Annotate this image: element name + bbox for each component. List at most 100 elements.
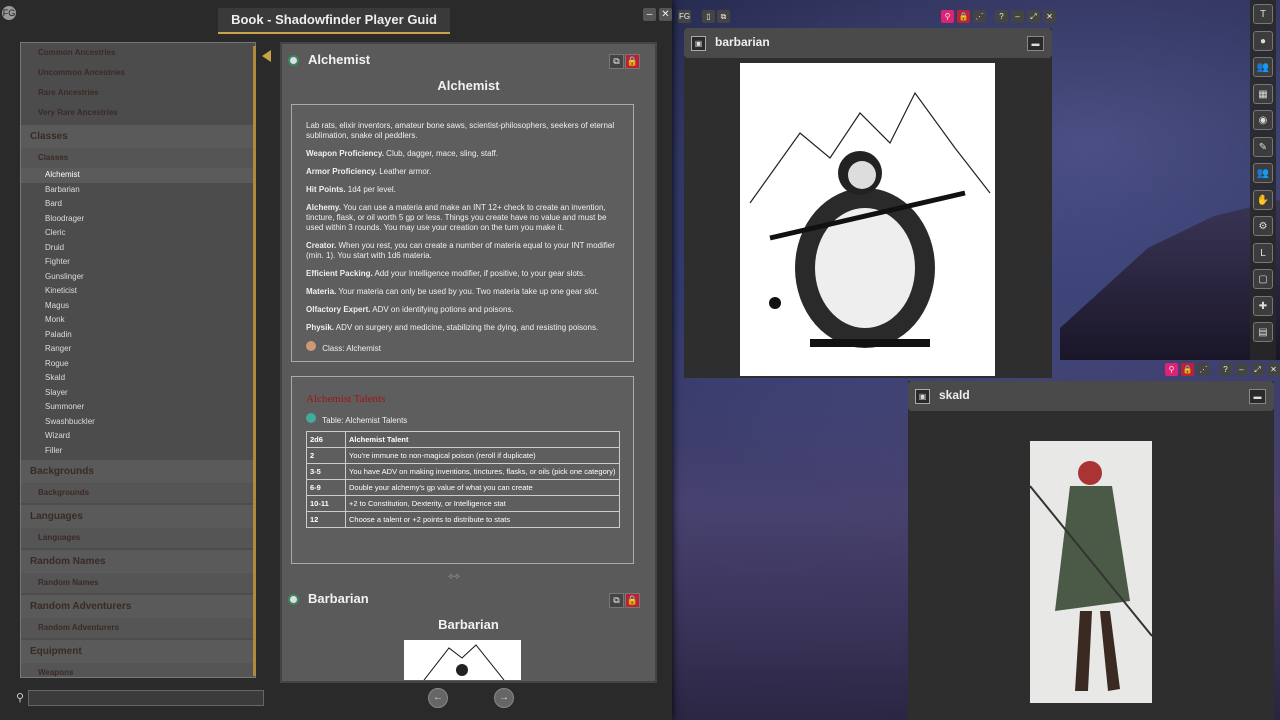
sketch-icon (423, 644, 505, 681)
minimize-icon[interactable]: – (643, 8, 656, 21)
search-input[interactable] (28, 690, 264, 706)
sidebar-item[interactable]: Summoner (21, 400, 255, 415)
sidebar-item[interactable]: Druid (21, 241, 255, 256)
sidebar-subgroup[interactable]: Classes (21, 148, 255, 168)
sidebar-item[interactable]: Swashbuckler (21, 415, 255, 430)
character-icon[interactable]: ● (1253, 30, 1273, 51)
sidebar-subgroup[interactable]: Uncommon Ancestries (21, 63, 255, 83)
dropdown-icon[interactable]: ▬ (1249, 389, 1266, 404)
table-row: 10-11 +2 to Constitution, Dexterity, or I… (306, 495, 620, 512)
pin-icon[interactable]: ▯ (702, 10, 715, 23)
image-title: barbarian (715, 35, 770, 49)
sidebar-subgroup[interactable]: Rare Ancestries (21, 83, 255, 103)
barbarian-artwork[interactable] (740, 63, 995, 376)
sidebar-subgroup[interactable]: Weapons (21, 663, 255, 677)
app-logo-icon[interactable]: FG (2, 6, 16, 20)
tools-toggle-button[interactable]: T (1253, 4, 1273, 24)
images-icon[interactable]: ▤ (1253, 322, 1273, 342)
sidebar-subgroup[interactable]: Random Adventurers (21, 618, 255, 638)
skald-artwork[interactable] (1029, 441, 1153, 703)
sidebar-subgroup[interactable]: Common Ancestries (21, 43, 255, 63)
copy-icon[interactable]: ⧉ (609, 593, 624, 608)
sidebar-item[interactable]: Wizard (21, 429, 255, 444)
table-header-cell: 2d6 (306, 431, 346, 448)
sidebar-group-header[interactable]: Random Adventurers (21, 595, 255, 618)
next-page-button[interactable]: → (494, 688, 514, 708)
app-logo-icon[interactable]: FG (678, 10, 691, 23)
close-icon[interactable]: ✕ (1043, 10, 1056, 23)
lock-icon[interactable]: 🔒 (957, 10, 970, 23)
minimize-icon[interactable]: – (1011, 10, 1024, 23)
previous-page-button[interactable]: ← (428, 688, 448, 708)
help-icon[interactable]: ? (995, 10, 1008, 23)
sidebar-item[interactable]: Cleric (21, 226, 255, 241)
sidebar-subgroup[interactable]: Backgrounds (21, 483, 255, 503)
sidebar-item[interactable]: Barbarian (21, 183, 255, 198)
calendar-icon[interactable]: ▦ (1253, 83, 1273, 104)
feature-name: Armor Proficiency. (306, 167, 377, 176)
sidebar-subgroup[interactable]: Random Names (21, 573, 255, 593)
copy-icon[interactable]: ⧉ (717, 10, 730, 23)
sidebar-item[interactable]: Filler (21, 444, 255, 459)
sidebar-subgroup[interactable]: Very Rare Ancestries (21, 103, 255, 123)
copy-icon[interactable]: ⧉ (609, 54, 624, 69)
sidebar-item[interactable]: Kineticist (21, 284, 255, 299)
class-link[interactable]: Class: Alchemist (306, 341, 619, 353)
help-icon[interactable]: ? (1219, 363, 1232, 376)
sidebar-item[interactable]: Paladin (21, 328, 255, 343)
class-intro: Lab rats, elixir inventors, amateur bone… (306, 121, 615, 140)
barbarian-thumbnail[interactable] (404, 640, 521, 681)
dropdown-icon[interactable]: ▬ (1027, 36, 1044, 51)
feature: Hit Points. 1d4 per level. (306, 185, 619, 195)
sidebar-item[interactable]: Magus (21, 299, 255, 314)
modules-icon[interactable]: ✚ (1253, 295, 1273, 316)
book-index-sidebar: Common Ancestries Uncommon Ancestries Rare… (20, 42, 256, 678)
items-icon[interactable]: ✋ (1253, 189, 1273, 210)
settings-icon[interactable]: ⚙ (1253, 216, 1273, 236)
sidebar-item[interactable]: Rogue (21, 357, 255, 372)
share-icon[interactable]: ⋰ (973, 10, 986, 23)
sidebar-item[interactable]: Slayer (21, 386, 255, 401)
search-icon[interactable]: ⚲ (941, 10, 954, 23)
minimize-icon[interactable]: – (1235, 363, 1248, 376)
search-icon[interactable]: ⚲ (1165, 363, 1178, 376)
sidebar-group-header[interactable]: Equipment (21, 640, 255, 663)
sidebar-group-header[interactable]: Backgrounds (21, 460, 255, 483)
lock-icon[interactable]: 🔒 (625, 54, 640, 69)
sidebar-item[interactable]: Gunslinger (21, 270, 255, 285)
share-icon[interactable]: ⋰ (1197, 363, 1210, 376)
sidebar-subgroup[interactable]: Languages (21, 528, 255, 548)
npcs-icon[interactable]: 👥 (1253, 163, 1273, 183)
sidebar-item[interactable]: Ranger (21, 342, 255, 357)
book-window-title: Book - Shadowfinder Player Guid (218, 8, 450, 34)
table-row: 2 You're immune to non-magical poison (re… (306, 447, 620, 464)
barbarian-illustration-icon (749, 91, 991, 348)
sidebar-item[interactable]: Bloodrager (21, 212, 255, 227)
close-icon[interactable]: ✕ (1267, 363, 1280, 376)
table-link[interactable]: Table: Alchemist Talents (306, 413, 619, 425)
sidebar-divider[interactable] (253, 46, 256, 676)
sidebar-item[interactable]: Alchemist (21, 168, 255, 183)
combat-tracker-icon[interactable]: ◉ (1253, 110, 1273, 130)
lock-icon[interactable]: 🔒 (1181, 363, 1194, 376)
library-toggle-button[interactable]: L (1253, 242, 1273, 263)
sidebar-item[interactable]: Skald (21, 371, 255, 386)
party-icon[interactable]: 👥 (1253, 57, 1273, 77)
sidebar-group-header[interactable]: Languages (21, 505, 255, 528)
notes-icon[interactable]: ✎ (1253, 136, 1273, 157)
sidebar-item[interactable]: Fighter (21, 255, 255, 270)
sidebar-group-header[interactable]: Classes (21, 125, 255, 148)
close-icon[interactable]: ✕ (659, 8, 672, 21)
image-window-header[interactable]: ▣ skald ▬ (908, 381, 1274, 411)
image-window-header[interactable]: ▣ barbarian ▬ (684, 28, 1052, 58)
lock-icon[interactable]: 🔒 (625, 593, 640, 608)
sidebar-item[interactable]: Bard (21, 197, 255, 212)
window-icon[interactable]: ▢ (1253, 269, 1273, 289)
sidebar-group-header[interactable]: Random Names (21, 550, 255, 573)
maximize-icon[interactable]: ⤢ (1027, 10, 1040, 23)
table-header-row: 2d6 Alchemist Talent (306, 431, 620, 448)
sidebar-item[interactable]: Monk (21, 313, 255, 328)
collapse-sidebar-icon[interactable] (262, 50, 271, 62)
feature: Efficient Packing. Add your Intelligence… (306, 269, 619, 279)
maximize-icon[interactable]: ⤢ (1251, 363, 1264, 376)
